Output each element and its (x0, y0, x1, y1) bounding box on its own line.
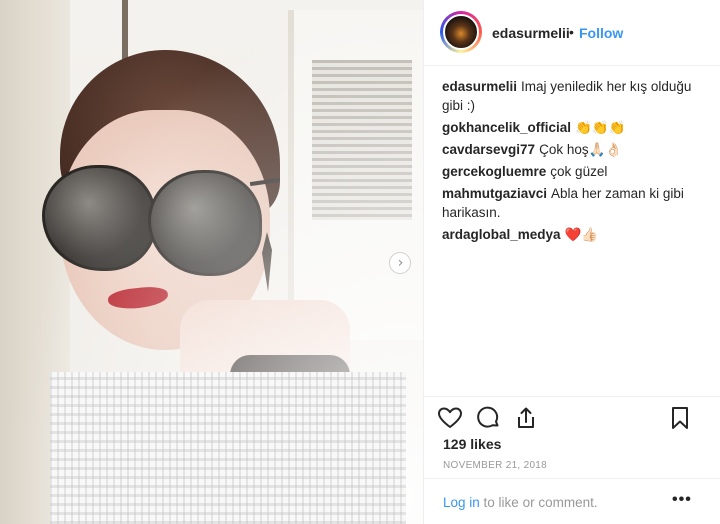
post-header: edasurmelii • Follow (424, 0, 720, 66)
comment-item: mahmutgaziavci Abla her zaman ki gibi har… (442, 184, 710, 222)
comment-username[interactable]: mahmutgaziavci (442, 186, 547, 201)
follow-button[interactable]: Follow (579, 25, 623, 41)
chevron-right-icon: › (397, 255, 404, 271)
comment-text: 👏👏👏 (575, 120, 626, 135)
post-footer: Log in to like or comment. ••• (424, 478, 720, 524)
carousel-next-button[interactable]: › (389, 252, 411, 274)
login-prompt-text: to like or comment. (479, 495, 598, 510)
comment-item: cavdarsevgi77 Çok hoş🙏🏻👌🏻 (442, 140, 710, 159)
comment-text: Çok hoş🙏🏻👌🏻 (539, 142, 623, 157)
post-photo[interactable]: › (0, 0, 423, 524)
action-bar (424, 396, 720, 436)
comment-text: ❤️👍🏻 (564, 227, 599, 242)
avatar-story-ring[interactable] (440, 11, 482, 53)
comment-item: gercekogluemre çok güzel (442, 162, 710, 181)
comment-item: gokhancelik_official 👏👏👏 (442, 118, 710, 137)
post-side-panel: edasurmelii • Follow edasurmelii Imaj yen… (423, 0, 720, 524)
heart-icon (438, 407, 462, 428)
comment-username[interactable]: cavdarsevgi77 (442, 142, 535, 157)
bookmark-icon (672, 407, 688, 429)
caption: edasurmelii Imaj yeniledik her kış olduğu… (442, 77, 710, 115)
comment-button[interactable] (475, 405, 501, 431)
instagram-post: › edasurmelii • Follow edasurmelii Imaj y… (0, 0, 720, 524)
comment-text: çok güzel (550, 164, 608, 179)
comment-username[interactable]: gercekogluemre (442, 164, 546, 179)
share-button[interactable] (513, 405, 539, 431)
avatar[interactable] (443, 14, 479, 50)
redacted-region (50, 372, 406, 524)
save-button[interactable] (667, 405, 693, 431)
more-options-button[interactable]: ••• (672, 491, 692, 509)
post-date[interactable]: NOVEMBER 21, 2018 (443, 460, 547, 471)
comment-username[interactable]: edasurmelii (442, 79, 517, 94)
login-prompt: Log in to like or comment. (443, 495, 598, 510)
comment-username[interactable]: ardaglobal_medya (442, 227, 561, 242)
login-link[interactable]: Log in (443, 495, 480, 510)
header-username[interactable]: edasurmelii (492, 25, 570, 41)
comment-item: ardaglobal_medya ❤️👍🏻 (442, 225, 710, 244)
like-button[interactable] (437, 405, 463, 431)
comment-username[interactable]: gokhancelik_official (442, 120, 571, 135)
header-separator: • (569, 24, 574, 40)
comment-list: edasurmelii Imaj yeniledik her kış olduğu… (442, 77, 710, 247)
like-count[interactable]: 129 likes (443, 436, 501, 452)
comment-icon (477, 406, 499, 428)
share-icon (518, 407, 534, 428)
